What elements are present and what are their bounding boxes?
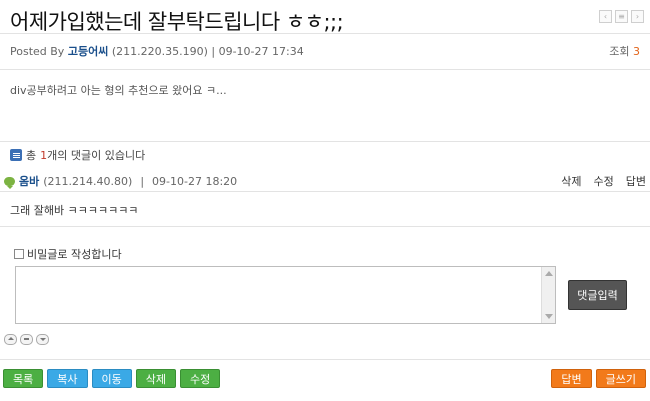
divider (0, 226, 650, 227)
divider (0, 69, 650, 70)
comment-actions: 삭제 수정 답변 (561, 173, 646, 189)
views-label: 조회 (609, 45, 630, 58)
secret-label: 비밀글로 작성합니다 (27, 248, 122, 261)
post-author[interactable]: 고등어씨 (68, 45, 108, 58)
expand-icon[interactable] (36, 334, 49, 345)
post-action-buttons: 목록 복사 이동 삭제 수정 (3, 369, 221, 388)
comment-date: 09-10-27 18:20 (152, 174, 238, 188)
meta-separator: | (211, 45, 216, 58)
scroll-up-icon[interactable] (545, 271, 553, 276)
post-write-buttons: 답변 글쓰기 (551, 369, 646, 388)
divider (0, 141, 650, 142)
list-icon-button[interactable]: ≡ (615, 10, 628, 23)
comment-delete-link[interactable]: 삭제 (561, 173, 581, 189)
comments-count-header: 총 1개의 댓글이 있습니다 (10, 147, 145, 163)
divider (0, 359, 650, 360)
scroll-down-icon[interactable] (545, 314, 553, 319)
reply-button[interactable]: 답변 (551, 369, 592, 388)
post-title: 어제가입했는데 잘부탁드립니다 ㅎㅎ;;; (10, 10, 344, 34)
post-views: 조회 3 (609, 43, 640, 59)
list-button[interactable]: 목록 (3, 369, 44, 388)
comment-bubble-icon (4, 176, 15, 189)
comment-ip: (211.214.40.80) (43, 174, 133, 188)
copy-button[interactable]: 복사 (47, 369, 88, 388)
comments-suffix: 개의 댓글이 있습니다 (47, 149, 146, 162)
delete-button[interactable]: 삭제 (135, 369, 176, 388)
secret-option: 비밀글로 작성합니다 (14, 246, 122, 262)
comment-text: 그래 잘해바 ㅋㅋㅋㅋㅋㅋㅋ (10, 204, 139, 217)
post-meta: Posted By 고등어씨 (211.220.35.190) | 09-10-… (10, 43, 304, 59)
post-date: 09-10-27 17:34 (218, 45, 304, 58)
comment-separator: | (140, 174, 145, 188)
shrink-icon[interactable] (4, 334, 17, 345)
divider (0, 191, 650, 192)
reset-size-icon[interactable] (20, 334, 33, 345)
next-post-button[interactable]: › (631, 10, 644, 23)
comments-prefix: 총 (26, 149, 37, 162)
edit-button[interactable]: 수정 (180, 369, 221, 388)
secret-checkbox[interactable] (14, 249, 24, 259)
comment-reply-link[interactable]: 답변 (626, 173, 646, 189)
move-button[interactable]: 이동 (91, 369, 132, 388)
views-count: 3 (633, 45, 640, 58)
comment-textarea[interactable] (15, 266, 556, 324)
post-body: div공부하려고 아는 형의 추천으로 왔어요 ㅋ... (10, 84, 227, 97)
write-button[interactable]: 글쓰기 (595, 369, 646, 388)
submit-comment-button[interactable]: 댓글입력 (568, 280, 627, 310)
divider (0, 33, 650, 34)
comment-meta: 옴바 (211.214.40.80) | 09-10-27 18:20 (4, 173, 237, 189)
comment-edit-link[interactable]: 수정 (594, 173, 614, 189)
post-ip: (211.220.35.190) (111, 45, 208, 58)
post-nav: ‹ ≡ › (599, 10, 644, 23)
textarea-scrollbar[interactable] (541, 267, 555, 323)
posted-by-label: Posted By (10, 45, 65, 58)
prev-post-button[interactable]: ‹ (599, 10, 612, 23)
textarea-resize-controls (4, 334, 49, 345)
list-icon (10, 149, 22, 161)
comment-author[interactable]: 옴바 (19, 173, 39, 189)
